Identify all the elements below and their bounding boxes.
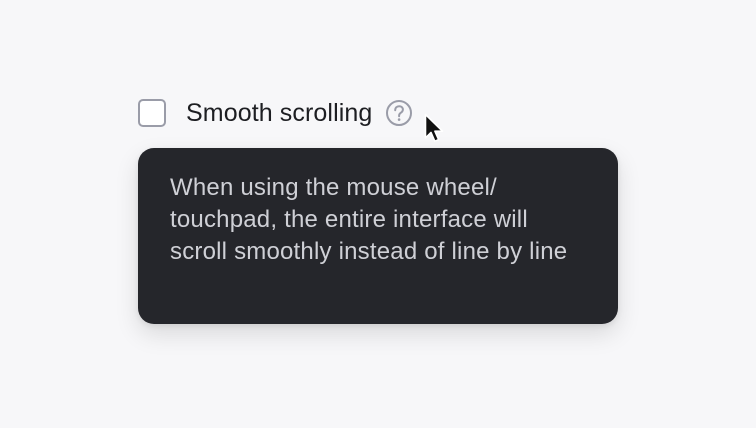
smooth-scrolling-tooltip: When using the mouse wheel/ touchpad, th… bbox=[138, 148, 618, 324]
tooltip-text: When using the mouse wheel/ touchpad, th… bbox=[170, 174, 568, 265]
question-circle-icon[interactable] bbox=[384, 98, 414, 128]
pointer-arrow-icon bbox=[424, 113, 446, 147]
smooth-scrolling-label[interactable]: Smooth scrolling bbox=[186, 96, 372, 130]
smooth-scrolling-setting: Smooth scrolling bbox=[138, 96, 414, 130]
smooth-scrolling-checkbox[interactable] bbox=[138, 99, 166, 127]
